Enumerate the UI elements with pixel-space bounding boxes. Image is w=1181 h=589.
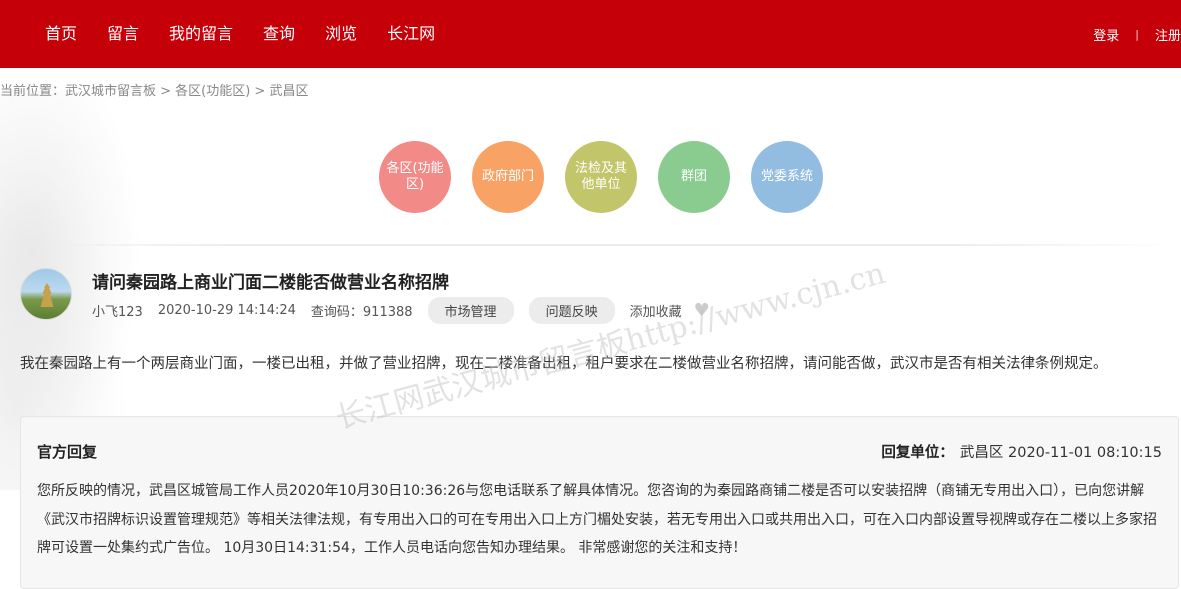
separator: |	[1135, 27, 1139, 41]
nav-browse[interactable]: 浏览	[325, 0, 357, 68]
breadcrumb-text[interactable]: 当前位置：武汉城市留言板 > 各区(功能区) > 武昌区	[0, 84, 308, 99]
reply-unit-label: 回复单位：	[881, 445, 954, 461]
yellow-crane-tower-icon	[40, 283, 54, 307]
category-groups[interactable]: 群团	[658, 141, 730, 213]
register-link[interactable]: 注册	[1155, 25, 1181, 44]
nav-message[interactable]: 留言	[107, 0, 139, 68]
question-meta: 小飞123 2020-10-29 14:14:24 查询码：911388 市场管…	[92, 296, 710, 324]
query-code: 查询码：911388	[310, 304, 413, 320]
reply-unit: 回复单位： 武昌区 2020-11-01 08:10:15	[881, 441, 1162, 462]
breadcrumb: 当前位置：武汉城市留言板 > 各区(功能区) > 武昌区	[0, 80, 308, 99]
nav-cjn[interactable]: 长江网	[387, 0, 435, 68]
official-reply-box: 官方回复 回复单位： 武昌区 2020-11-01 08:10:15 您所反映的情…	[20, 416, 1179, 589]
question-content: 我在秦园路上有一个两层商业门面，一楼已出租，并做了营业招牌，现在二楼准备出租，租…	[20, 356, 1108, 372]
username: 小飞123	[92, 304, 143, 320]
reply-heading: 官方回复	[37, 443, 98, 461]
top-nav-bar: 首页 留言 我的留言 查询 浏览 长江网 登录 | 注册	[0, 0, 1181, 68]
main-nav: 首页 留言 我的留言 查询 浏览 长江网	[45, 0, 465, 68]
heart-icon[interactable]: ♥	[694, 300, 710, 321]
post-time: 2020-10-29 14:14:24	[157, 302, 296, 318]
tag-market-management[interactable]: 市场管理	[427, 296, 514, 324]
category-party[interactable]: 党委系统	[751, 141, 823, 213]
reply-content: 您所反映的情况，武昌区城管局工作人员2020年10月30日10:36:26与您电…	[37, 483, 1157, 556]
section-divider	[0, 244, 1181, 246]
tag-issue-report[interactable]: 问题反映	[528, 296, 615, 324]
nav-query[interactable]: 查询	[263, 0, 295, 68]
user-avatar	[20, 268, 72, 320]
category-government[interactable]: 政府部门	[472, 141, 544, 213]
category-judicial[interactable]: 法检及其他单位	[565, 141, 637, 213]
account-links: 登录 | 注册	[1093, 0, 1181, 68]
login-link[interactable]: 登录	[1093, 25, 1119, 44]
question-title: 请问秦园路上商业门面二楼能否做营业名称招牌	[92, 273, 449, 293]
nav-my-messages[interactable]: 我的留言	[169, 0, 233, 68]
category-districts[interactable]: 各区(功能区)	[379, 141, 451, 213]
category-circles: 各区(功能区) 政府部门 法检及其他单位 群团 党委系统	[379, 141, 844, 213]
add-favorite-link[interactable]: 添加收藏	[630, 301, 682, 320]
reply-unit-value: 武昌区 2020-11-01 08:10:15	[959, 445, 1162, 461]
nav-home[interactable]: 首页	[45, 0, 77, 68]
